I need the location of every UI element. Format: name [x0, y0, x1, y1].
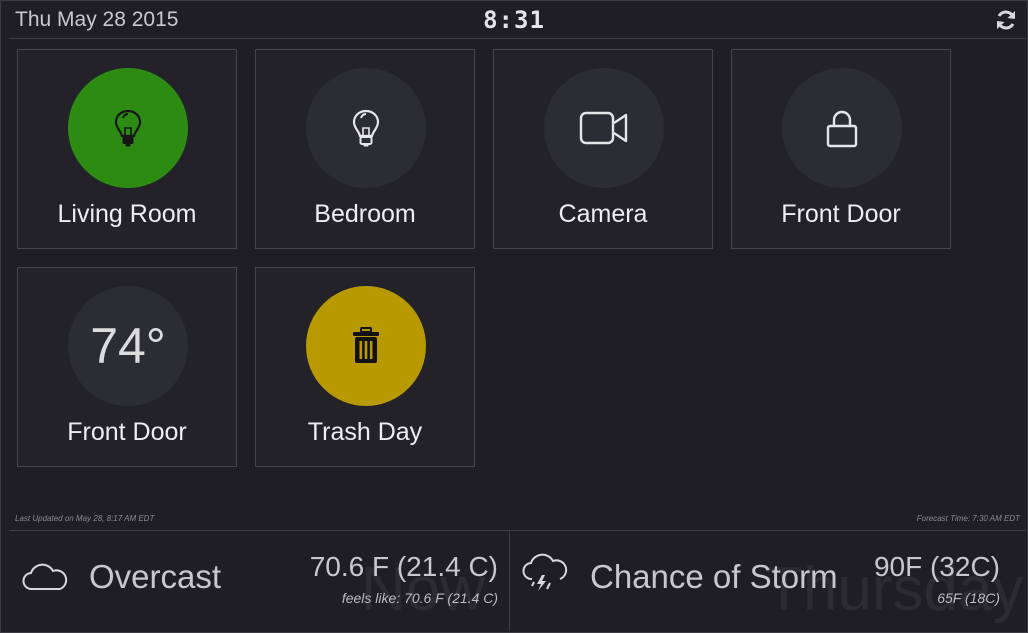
lightbulb-icon — [68, 68, 188, 188]
cloud-icon — [22, 562, 68, 597]
tile-camera[interactable]: Camera — [493, 49, 713, 249]
forecast-time-text: Forecast Time: 7:30 AM EDT — [916, 514, 1020, 523]
tile-label: Front Door — [67, 418, 187, 446]
weather-forecast-condition: Chance of Storm — [590, 558, 838, 595]
tile-front-door-lock[interactable]: Front Door — [731, 49, 951, 249]
tile-label: Front Door — [781, 200, 901, 228]
header-bar: Thu May 28 2015 8:31 — [0, 0, 1028, 38]
tile-living-room[interactable]: Living Room — [17, 49, 237, 249]
trash-icon — [306, 286, 426, 406]
temperature-value: 74° — [90, 318, 166, 374]
clock-display: 8:31 — [483, 6, 545, 34]
video-camera-icon — [544, 68, 664, 188]
tile-trash-day[interactable]: Trash Day — [255, 267, 475, 467]
last-updated-text: Last Updated on May 28, 8:17 AM EDT — [15, 514, 155, 523]
tile-label: Trash Day — [307, 418, 423, 446]
temperature-disc: 74° — [68, 286, 188, 406]
weather-now-condition: Overcast — [89, 558, 222, 595]
weather-forecast-panel: Thursday Chance of Storm 90F (32C) 65F (… — [510, 531, 1026, 631]
weather-now-feels-like: feels like: 70.6 F (21.4 C) — [341, 590, 498, 606]
refresh-icon[interactable] — [994, 8, 1018, 32]
header-divider — [9, 38, 1026, 39]
weather-forecast-temperature: 90F (32C) — [873, 551, 1000, 582]
lock-icon — [782, 68, 902, 188]
tile-front-door-temperature[interactable]: 74° Front Door — [17, 267, 237, 467]
tile-label: Bedroom — [314, 200, 416, 228]
storm-cloud-icon — [522, 553, 568, 598]
weather-forecast-low: 65F (18C) — [937, 590, 1000, 606]
weather-now-panel: Now Overcast 70.6 F (21.4 C) feels like:… — [9, 531, 509, 631]
lightbulb-icon — [306, 68, 426, 188]
tile-label: Living Room — [57, 200, 197, 228]
tile-label: Camera — [558, 200, 648, 228]
tile-bedroom[interactable]: Bedroom — [255, 49, 475, 249]
weather-now-temperature: 70.6 F (21.4 C) — [309, 551, 498, 582]
